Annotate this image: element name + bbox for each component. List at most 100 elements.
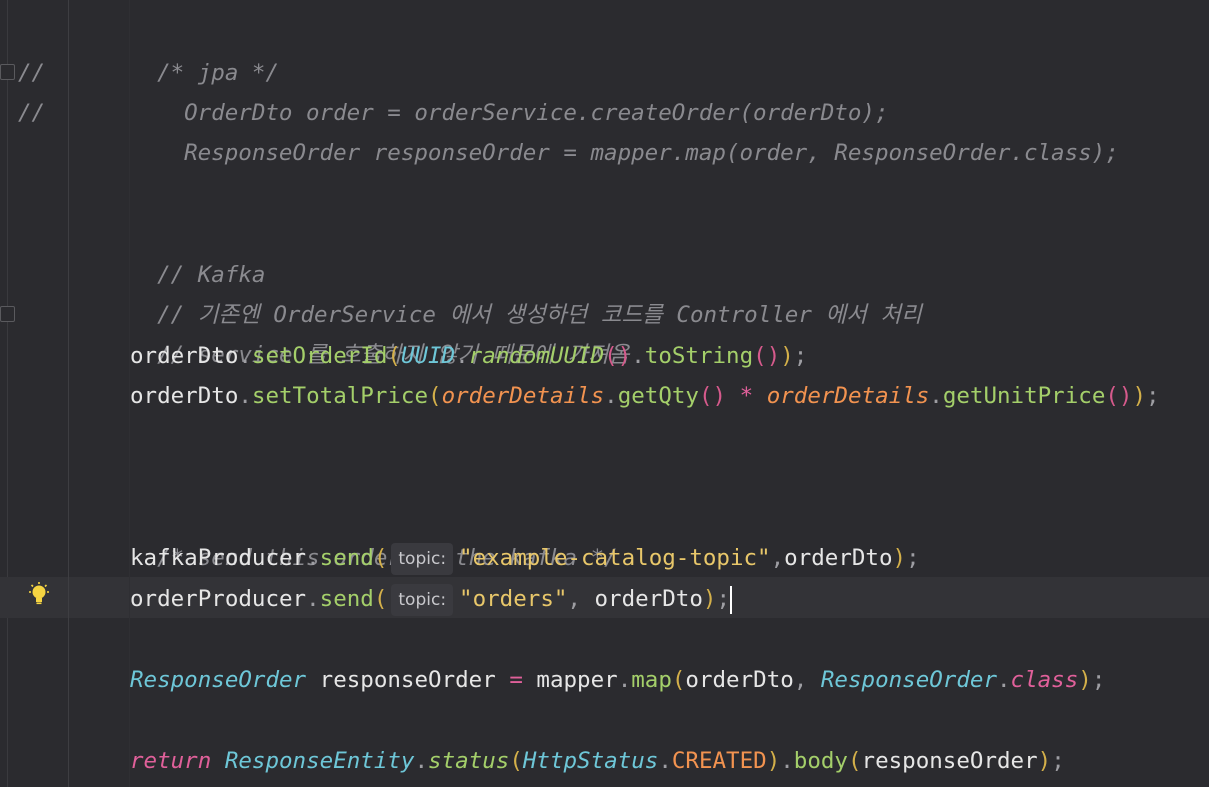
paren: )	[780, 343, 794, 369]
code-line[interactable]: // 기존엔 OrderService 에서 생성하던 코드를 Controll…	[130, 255, 922, 328]
paren: (	[847, 748, 862, 774]
class-name: ResponseOrder	[130, 667, 307, 693]
paren: (	[428, 383, 442, 409]
comma: ,	[793, 667, 821, 693]
operator: =	[509, 667, 523, 693]
comma: ,	[567, 586, 595, 612]
paren: (	[373, 586, 388, 612]
dot: .	[780, 748, 794, 774]
semicolon: ;	[716, 586, 730, 612]
method-name: randomUUID	[468, 343, 605, 369]
string-literal: "orders"	[459, 586, 568, 612]
paren: (	[671, 667, 686, 693]
fold-start-icon[interactable]	[0, 64, 15, 80]
identifier: responseOrder	[306, 667, 510, 693]
identifier: orderDto	[594, 586, 703, 612]
dot: .	[658, 748, 672, 774]
keyword: return	[130, 748, 212, 774]
paren: ()	[753, 343, 781, 369]
identifier: kafkaProducer	[130, 545, 307, 571]
semicolon: ;	[1051, 748, 1065, 774]
method-name: send	[319, 586, 374, 612]
dot: .	[306, 545, 320, 571]
class-name: ResponseOrder	[820, 667, 997, 693]
dot: .	[631, 343, 645, 369]
dot: .	[238, 383, 252, 409]
method-name: getUnitPrice	[942, 383, 1106, 409]
dot: .	[306, 586, 320, 612]
paren: )	[702, 586, 717, 612]
method-name: status	[428, 748, 510, 774]
dot: .	[238, 343, 252, 369]
paren: (	[387, 343, 401, 369]
field-name: orderDetails	[441, 383, 605, 409]
line-comment-marker: //	[18, 100, 46, 126]
semicolon: ;	[1146, 383, 1160, 409]
class-name: UUID	[400, 343, 456, 369]
fold-end-icon[interactable]	[0, 306, 15, 322]
text-cursor	[729, 585, 732, 614]
paren: )	[1078, 667, 1092, 693]
paren: )	[1037, 748, 1052, 774]
semicolon: ;	[1091, 667, 1106, 693]
identifier: orderDto	[130, 383, 239, 409]
lightbulb-icon[interactable]	[27, 582, 51, 608]
semicolon: ;	[793, 343, 808, 369]
method-name: setOrderId	[251, 343, 388, 369]
method-name: toString	[644, 343, 754, 369]
dot: .	[455, 343, 469, 369]
code-line[interactable]: // Kafka	[130, 215, 265, 288]
parameter-hint: topic:	[391, 583, 454, 616]
keyword: class	[1010, 667, 1079, 693]
code-line[interactable]: orderDto.setTotalPrice(orderDetails.getQ…	[130, 376, 1160, 416]
code-line[interactable]: return ResponseEntity.status(HttpStatus.…	[130, 741, 1065, 781]
identifier: orderDto	[130, 343, 239, 369]
gutter-separator	[68, 0, 69, 787]
paren: ()	[1105, 383, 1133, 409]
comma: ,	[770, 545, 785, 571]
identifier: orderDto	[685, 667, 794, 693]
constant: CREATED	[671, 748, 767, 774]
method-name: send	[319, 545, 374, 571]
string-literal: "example-catalog-topic"	[459, 545, 771, 571]
code-line[interactable]: OrderDto order = orderService.createOrde…	[157, 53, 888, 126]
code-line[interactable]: kafkaProducer.send(topic: "example-catalo…	[130, 538, 920, 578]
paren: ()	[698, 383, 727, 409]
identifier: orderProducer	[130, 586, 307, 612]
method-name: getQty	[617, 383, 699, 409]
commented-code: ResponseOrder responseOrder = mapper.map…	[184, 140, 1119, 166]
class-name: ResponseEntity	[224, 748, 415, 774]
code-line[interactable]: /* jpa */	[130, 13, 279, 86]
identifier: responseOrder	[861, 748, 1038, 774]
code-line-current[interactable]: orderProducer.send(topic: "orders", order…	[130, 579, 732, 619]
dot: .	[414, 748, 429, 774]
code-line[interactable]: // service 를 호출하지 않기 때문에 가져옴	[130, 295, 629, 368]
class-name: HttpStatus	[522, 748, 659, 774]
paren: )	[892, 545, 907, 571]
code-line[interactable]: orderDto.setOrderId(UUID.randomUUID().to…	[130, 336, 807, 376]
paren: )	[766, 748, 781, 774]
method-name: map	[631, 667, 672, 693]
semicolon: ;	[906, 545, 920, 571]
identifier: mapper	[522, 667, 618, 693]
paren: (	[373, 545, 388, 571]
paren: ()	[604, 343, 632, 369]
dot: .	[604, 383, 618, 409]
method-name: setTotalPrice	[251, 383, 429, 409]
paren: )	[1132, 383, 1147, 409]
dot: .	[617, 667, 632, 693]
dot: .	[997, 667, 1011, 693]
parameter-hint: topic:	[391, 542, 454, 575]
identifier: orderDto	[784, 545, 893, 571]
line-comment-marker: //	[18, 60, 46, 86]
fold-guide	[7, 0, 8, 787]
code-line[interactable]: ResponseOrder responseOrder = mapper.map…	[130, 660, 1105, 700]
dot: .	[929, 383, 943, 409]
code-line[interactable]: /* send this order to the kafka */	[130, 498, 618, 571]
code-line[interactable]: ResponseOrder responseOrder = mapper.map…	[157, 93, 1119, 166]
field-name: orderDetails	[766, 383, 930, 409]
operator: *	[726, 383, 767, 409]
paren: (	[509, 748, 523, 774]
method-name: body	[793, 748, 848, 774]
